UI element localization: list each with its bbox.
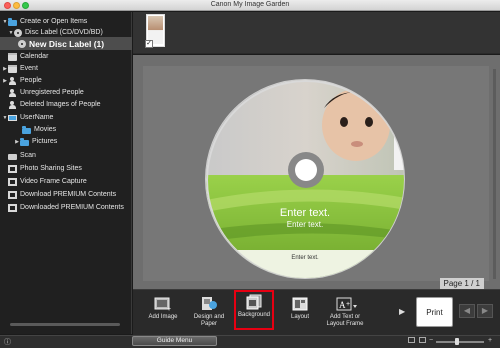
sidebar-item-downloaded-premium-contents[interactable]: Downloaded PREMIUM Contents (0, 202, 132, 213)
disc-text-large[interactable]: Enter text. (206, 207, 404, 219)
sidebar: ▼ Create or Open Items ▼ Disc Label (CD/… (0, 12, 132, 334)
zoom-in-icon[interactable]: + (488, 337, 492, 344)
thumbnail-checkbox[interactable]: ✓ (145, 40, 153, 48)
sidebar-item-label: Create or Open Items (20, 18, 88, 25)
disc-icon (18, 39, 26, 48)
sidebar-scrollbar[interactable] (10, 323, 120, 326)
design-paper-icon (200, 296, 218, 312)
add-text-or-layout-frame-button[interactable]: A + Add Text or Layout Frame (323, 294, 367, 334)
calendar-icon (8, 52, 17, 61)
print-button[interactable]: Print (416, 297, 453, 327)
person-icon (8, 88, 17, 97)
add-image-label: Add Image (148, 314, 178, 320)
sidebar-item-label: Deleted Images of People (20, 101, 101, 108)
sidebar-item-video-frame-capture[interactable]: Video Frame Capture (0, 176, 132, 187)
download-icon (8, 190, 17, 199)
disc-label-preview[interactable]: Enter text. Enter text. Enter text. (205, 79, 405, 279)
fit-view-icon[interactable] (419, 337, 426, 343)
layout-label: Layout (290, 314, 309, 320)
sidebar-item-unregistered-people[interactable]: Unregistered People (0, 87, 132, 98)
previous-page-button[interactable]: ◀ (459, 304, 475, 318)
info-icon[interactable]: ⓘ (4, 337, 11, 347)
design-and-paper-button[interactable]: Design and Paper (189, 294, 229, 334)
svg-text:+: + (346, 301, 350, 308)
disc-artwork (206, 80, 404, 278)
folder-icon (22, 125, 31, 134)
sidebar-item-download-premium-contents[interactable]: Download PREMIUM Contents (0, 189, 132, 200)
sidebar-item-people[interactable]: ▶ People (0, 75, 132, 86)
folder-icon (8, 17, 17, 26)
sidebar-item-calendar[interactable]: Calendar (0, 51, 132, 62)
sidebar-item-label: New Disc Label (1) (29, 38, 105, 49)
more-tools-arrow-icon[interactable]: ▶ (399, 307, 405, 316)
sidebar-item-label: UserName (20, 114, 54, 121)
design-and-paper-label: Design and Paper (193, 314, 225, 327)
sidebar-item-photo-sharing-sites[interactable]: Photo Sharing Sites (0, 163, 132, 174)
disc-hole (295, 159, 317, 181)
single-view-icon[interactable] (408, 337, 415, 343)
sidebar-item-create-or-open-items[interactable]: ▼ Create or Open Items (0, 16, 132, 27)
sidebar-item-label: Download PREMIUM Contents (20, 191, 117, 198)
sidebar-item-label: Unregistered People (20, 89, 84, 96)
disc-icon (14, 28, 22, 37)
page-indicator: Page 1 / 1 (439, 278, 484, 289)
download-icon (8, 203, 17, 212)
background-button[interactable]: Background (234, 290, 274, 330)
calendar-icon (8, 64, 17, 73)
photo-sharing-icon (8, 164, 17, 173)
sidebar-item-label: Photo Sharing Sites (20, 165, 82, 172)
person-icon (8, 76, 17, 85)
title-bar: Canon My Image Garden (0, 0, 500, 11)
sidebar-item-label: People (20, 77, 42, 84)
person-icon (8, 100, 17, 109)
disc-text-medium[interactable]: Enter text. (206, 220, 404, 229)
sidebar-item-label: Calendar (20, 53, 49, 60)
sidebar-item-scan[interactable]: Scan (0, 150, 132, 161)
sidebar-item-deleted-images-of-people[interactable]: Deleted Images of People (0, 99, 132, 110)
add-image-button[interactable]: + Add Image (143, 294, 183, 334)
add-image-icon: + (154, 296, 172, 313)
sidebar-item-username[interactable]: ▼ UserName (0, 112, 132, 123)
thumbnail-strip (133, 12, 500, 54)
sidebar-item-label: Pictures (32, 138, 58, 145)
sidebar-item-label: Video Frame Capture (20, 178, 87, 185)
window-title: Canon My Image Garden (210, 1, 290, 8)
layout-icon (291, 296, 309, 312)
zoom-slider-knob[interactable] (455, 338, 459, 345)
folder-icon (20, 137, 29, 146)
background-label: Background (237, 312, 271, 318)
sidebar-item-event[interactable]: ▶ Event (0, 63, 132, 74)
guide-menu-button[interactable]: Guide Menu (132, 336, 217, 346)
film-icon (8, 177, 17, 186)
scan-icon (8, 153, 17, 160)
add-text-icon: A + (336, 296, 357, 312)
sidebar-item-label: Downloaded PREMIUM Contents (20, 204, 124, 211)
svg-text:+: + (167, 306, 171, 312)
sidebar-item-new-disc-label[interactable]: New Disc Label (1) (0, 37, 132, 50)
zoom-slider[interactable] (436, 341, 484, 343)
monitor-icon (8, 114, 17, 121)
sidebar-item-label: Scan (20, 152, 36, 159)
sidebar-item-pictures[interactable]: ▶ Pictures (0, 136, 132, 147)
zoom-out-icon[interactable]: − (429, 337, 433, 344)
background-icon (245, 294, 263, 310)
add-text-or-layout-frame-label: Add Text or Layout Frame (326, 314, 364, 327)
disc-text-small[interactable]: Enter text. (206, 255, 404, 261)
next-page-button[interactable]: ▶ (477, 304, 493, 318)
sidebar-item-label: Movies (34, 126, 57, 133)
canvas-scrollbar[interactable] (493, 69, 496, 279)
sidebar-item-label: Event (20, 65, 38, 72)
svg-text:A: A (339, 300, 346, 310)
sidebar-item-label: Disc Label (CD/DVD/BD) (25, 29, 103, 36)
layout-button[interactable]: Layout (280, 294, 320, 334)
sidebar-item-movies[interactable]: Movies (0, 124, 132, 135)
